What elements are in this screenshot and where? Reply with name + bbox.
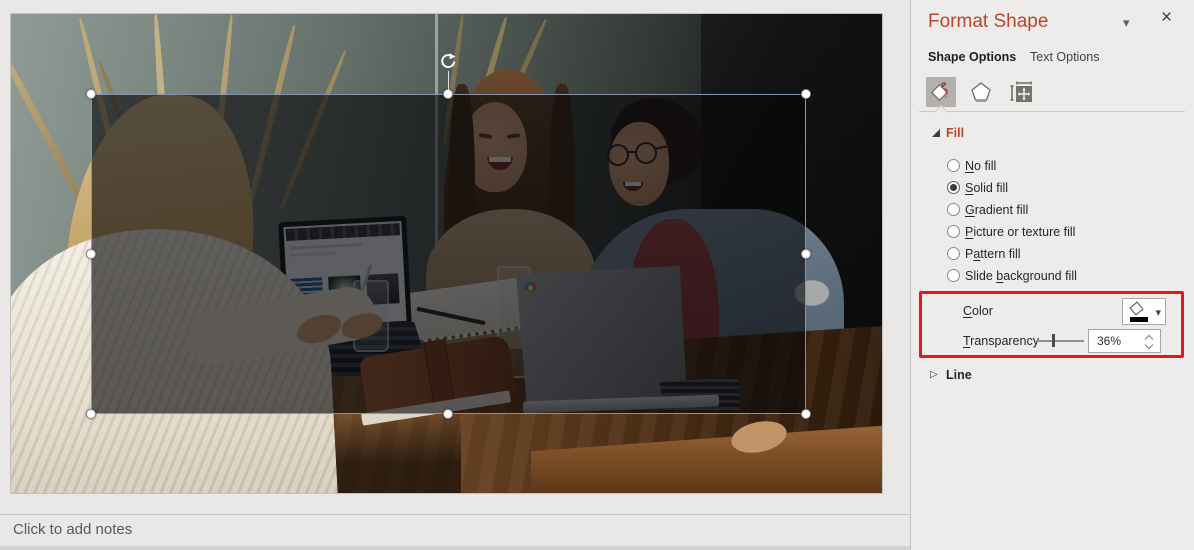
radio-gradient-fill[interactable]: Gradient fill <box>911 200 1181 222</box>
notes-placeholder[interactable]: Click to add notes <box>13 521 132 538</box>
transparency-spinbox[interactable]: 36% <box>1088 329 1161 353</box>
fill-and-line-icon[interactable] <box>926 77 956 107</box>
radio-button[interactable] <box>947 203 960 216</box>
radio-slide-background-fill[interactable]: Slide background fill <box>911 266 1181 288</box>
pane-menu-chevron-icon[interactable]: ▾ <box>1123 15 1130 31</box>
radio-solid-fill[interactable]: Solid fill <box>911 178 1181 200</box>
color-label: Color <box>963 304 993 318</box>
radio-no-fill[interactable]: No fill <box>911 156 1181 178</box>
tab-text-options[interactable]: Text Options <box>1030 50 1099 64</box>
radio-button[interactable] <box>947 225 960 238</box>
pane-title: Format Shape <box>928 11 1049 32</box>
selection-handle-bottom-mid[interactable] <box>443 409 453 419</box>
selection-handle-top-right[interactable] <box>801 89 811 99</box>
color-dropdown-chevron-icon[interactable]: ▾ <box>1155 306 1161 319</box>
fill-color-picker-button[interactable]: ▾ <box>1122 298 1166 325</box>
format-shape-pane: Format Shape ▾ × Shape Options Text Opti… <box>910 0 1194 550</box>
radio-button[interactable] <box>947 269 960 282</box>
rotation-connector-line <box>448 71 449 94</box>
rotation-handle-icon[interactable] <box>439 52 457 70</box>
close-icon[interactable]: × <box>1161 7 1172 29</box>
radio-button[interactable] <box>947 181 960 194</box>
transparency-slider[interactable] <box>1036 334 1084 347</box>
paint-bucket-icon <box>1129 301 1144 316</box>
fill-section-header[interactable]: Fill <box>946 126 964 140</box>
selection-handle-bottom-left[interactable] <box>86 409 96 419</box>
app-window: Click to add notes Format Shape ▾ × Shap… <box>0 0 1194 550</box>
transparency-slider-thumb[interactable] <box>1052 334 1055 347</box>
selection-handle-bottom-right[interactable] <box>801 409 811 419</box>
selected-rectangle-shape[interactable] <box>91 94 806 414</box>
current-color-swatch <box>1130 317 1148 322</box>
toolbar-divider <box>919 111 1185 112</box>
size-and-properties-icon[interactable] <box>1006 77 1036 107</box>
fill-expand-triangle-icon[interactable] <box>932 129 940 137</box>
line-collapse-triangle-icon[interactable]: ▷ <box>930 369 938 380</box>
transparency-label: Transparency <box>963 334 1039 348</box>
selected-tool-notch <box>933 104 949 120</box>
selection-handle-mid-left[interactable] <box>86 249 96 259</box>
transparency-value[interactable]: 36% <box>1097 334 1121 348</box>
selection-handle-top-left[interactable] <box>86 89 96 99</box>
notes-pane-divider <box>0 514 910 515</box>
selection-handle-mid-right[interactable] <box>801 249 811 259</box>
radio-button[interactable] <box>947 159 960 172</box>
radio-picture-fill[interactable]: Picture or texture fill <box>911 222 1181 244</box>
tab-shape-options[interactable]: Shape Options <box>928 50 1016 64</box>
line-section-header[interactable]: Line <box>946 368 972 382</box>
radio-button[interactable] <box>947 247 960 260</box>
slide-canvas[interactable] <box>10 13 883 494</box>
spin-down-icon[interactable] <box>1144 340 1154 350</box>
effects-icon[interactable] <box>966 77 996 107</box>
radio-pattern-fill[interactable]: Pattern fill <box>911 244 1181 266</box>
